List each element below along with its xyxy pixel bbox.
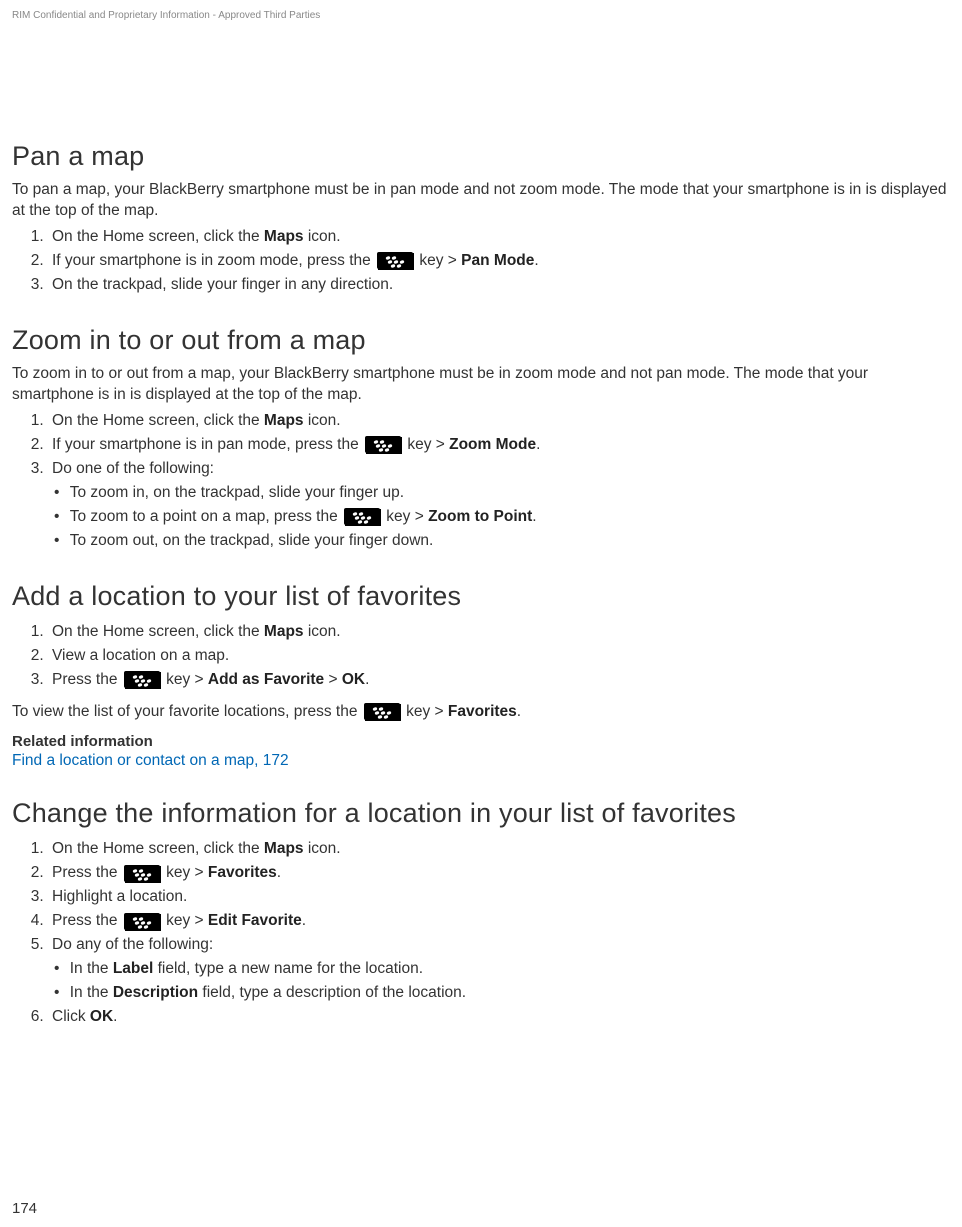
section-title-zoom: Zoom in to or out from a map [12,325,950,356]
text: field, type a new name for the location. [153,960,423,977]
text: icon. [304,228,341,245]
text: key > [402,703,448,720]
text: icon. [304,840,341,857]
list-item: Click OK. [48,1005,950,1029]
add-as-favorite-label: Add as Favorite [208,671,324,688]
text: To zoom to a point on a map, press the [70,508,342,525]
related-link[interactable]: Find a location or contact on a map, 172 [12,752,950,770]
text: . [113,1008,117,1025]
favorites-label: Favorites [208,864,277,881]
blackberry-key-icon [344,508,380,525]
text: Do one of the following: [52,460,214,477]
list-item: Press the key > Favorites. [48,861,950,885]
text: On the Home screen, click the [52,412,264,429]
list-item: Press the key > Add as Favorite > OK. [48,668,950,692]
zoom-mode-label: Zoom Mode [449,436,536,453]
list-item: Press the key > Edit Favorite. [48,909,950,933]
list-item: In the Label field, type a new name for … [56,957,950,981]
maps-label: Maps [264,623,304,640]
section-title-addfav: Add a location to your list of favorites [12,581,950,612]
steps-zoom: On the Home screen, click the Maps icon.… [12,409,950,553]
text: In the [70,960,113,977]
text: . [517,703,521,720]
label-field: Label [113,960,153,977]
text: Press the [52,671,122,688]
steps-addfav: On the Home screen, click the Maps icon.… [12,620,950,692]
text: If your smartphone is in pan mode, press… [52,436,363,453]
list-item: On the Home screen, click the Maps icon. [48,409,950,433]
text: In the [70,984,113,1001]
text: key > [162,864,208,881]
text: key > [415,252,461,269]
intro-zoom: To zoom in to or out from a map, your Bl… [12,364,950,406]
text: . [532,508,536,525]
text: . [536,436,540,453]
text: Press the [52,864,122,881]
list-item: On the trackpad, slide your finger in an… [48,273,950,297]
blackberry-key-icon [124,913,160,930]
text: Click [52,1008,90,1025]
edit-favorite-label: Edit Favorite [208,912,302,929]
text: To view the list of your favorite locati… [12,703,362,720]
text: key > [382,508,428,525]
text: If your smartphone is in zoom mode, pres… [52,252,375,269]
list-item: To zoom out, on the trackpad, slide your… [56,529,950,553]
page-number: 174 [12,1200,37,1217]
sublist-zoom: To zoom in, on the trackpad, slide your … [52,481,950,553]
blackberry-key-icon [377,252,413,269]
maps-label: Maps [264,412,304,429]
text: . [365,671,369,688]
text: . [534,252,538,269]
steps-pan: On the Home screen, click the Maps icon.… [12,225,950,297]
list-item: In the Description field, type a descrip… [56,981,950,1005]
list-item: To zoom to a point on a map, press the k… [56,505,950,529]
section-title-pan: Pan a map [12,141,950,172]
sublist-changefav: In the Label field, type a new name for … [52,957,950,1005]
text: key > [403,436,449,453]
text: On the Home screen, click the [52,840,264,857]
ok-label: OK [90,1008,113,1025]
blackberry-key-icon [124,671,160,688]
list-item: If your smartphone is in zoom mode, pres… [48,249,950,273]
maps-label: Maps [264,228,304,245]
list-item: On the Home screen, click the Maps icon. [48,620,950,644]
list-item: If your smartphone is in pan mode, press… [48,433,950,457]
list-item: Do one of the following: To zoom in, on … [48,457,950,553]
ok-label: OK [342,671,365,688]
text: On the Home screen, click the [52,228,264,245]
description-field: Description [113,984,198,1001]
pan-mode-label: Pan Mode [461,252,534,269]
text: > [324,671,342,688]
text: key > [162,912,208,929]
text: field, type a description of the locatio… [198,984,466,1001]
text: On the Home screen, click the [52,623,264,640]
section-title-changefav: Change the information for a location in… [12,798,950,829]
text: . [277,864,281,881]
list-item: To zoom in, on the trackpad, slide your … [56,481,950,505]
follow-addfav: To view the list of your favorite locati… [12,700,950,723]
list-item: Do any of the following: In the Label fi… [48,933,950,1005]
maps-label: Maps [264,840,304,857]
related-info-title: Related information [12,733,950,750]
text: Press the [52,912,122,929]
steps-changefav: On the Home screen, click the Maps icon.… [12,837,950,1029]
list-item: View a location on a map. [48,644,950,668]
zoom-to-point-label: Zoom to Point [428,508,532,525]
intro-pan: To pan a map, your BlackBerry smartphone… [12,180,950,222]
confidential-header: RIM Confidential and Proprietary Informa… [12,10,950,21]
text: Do any of the following: [52,936,213,953]
blackberry-key-icon [124,865,160,882]
text: icon. [304,412,341,429]
blackberry-key-icon [365,436,401,453]
text: . [302,912,306,929]
list-item: On the Home screen, click the Maps icon. [48,225,950,249]
text: key > [162,671,208,688]
list-item: Highlight a location. [48,885,950,909]
text: icon. [304,623,341,640]
blackberry-key-icon [364,703,400,720]
list-item: On the Home screen, click the Maps icon. [48,837,950,861]
favorites-label: Favorites [448,703,517,720]
